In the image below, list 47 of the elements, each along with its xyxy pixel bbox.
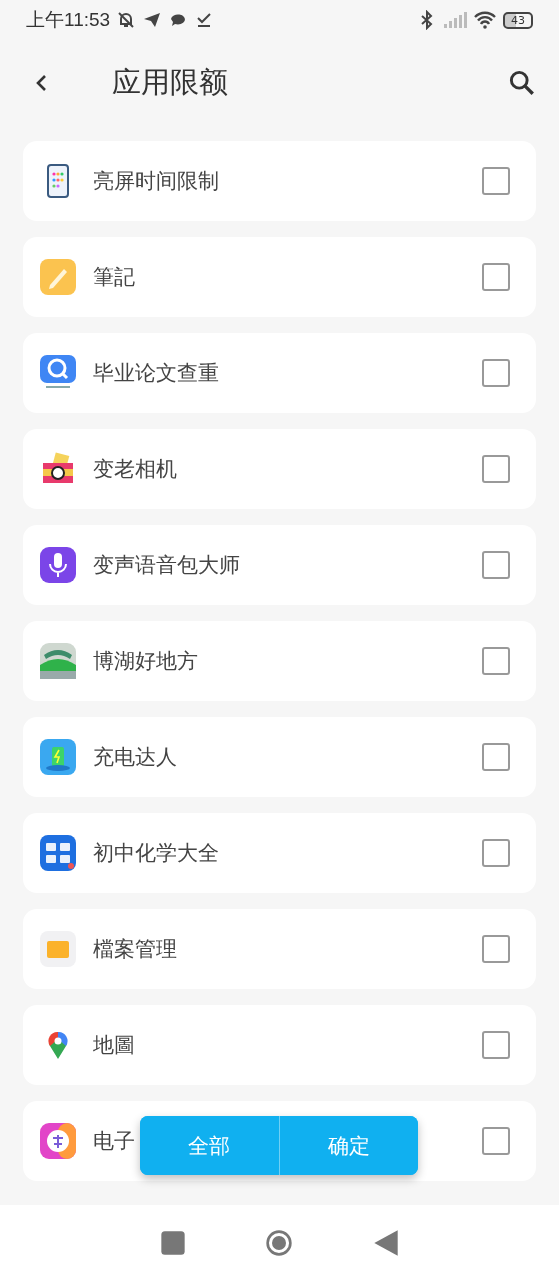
app-row[interactable]: 筆記 <box>23 237 536 317</box>
recents-icon[interactable] <box>159 1228 188 1257</box>
app-name: 变老相机 <box>93 456 177 483</box>
app-name: 电子 <box>93 1128 135 1155</box>
app-row[interactable]: 初中化学大全 <box>23 813 536 893</box>
status-time: 上午11:53 <box>26 8 111 32</box>
app-row[interactable]: 亮屏时间限制 <box>23 141 536 221</box>
app-icon <box>40 259 76 295</box>
app-row[interactable]: 变声语音包大师 <box>23 525 536 605</box>
checkbox[interactable] <box>482 1127 510 1155</box>
signal-icon <box>443 10 467 30</box>
app-row[interactable]: 地圖 <box>23 1005 536 1085</box>
checkbox[interactable] <box>482 743 510 771</box>
app-name: 筆記 <box>93 264 135 291</box>
wifi-icon <box>473 10 497 30</box>
app-name: 博湖好地方 <box>93 648 198 675</box>
checkbox[interactable] <box>482 1031 510 1059</box>
app-row[interactable]: 博湖好地方 <box>23 621 536 701</box>
search-icon[interactable] <box>508 69 535 96</box>
checkbox[interactable] <box>482 935 510 963</box>
app-name: 毕业论文查重 <box>93 360 219 387</box>
app-name: 地圖 <box>93 1032 135 1059</box>
checkbox[interactable] <box>482 263 510 291</box>
app-icon <box>40 547 76 583</box>
checkbox[interactable] <box>482 359 510 387</box>
app-row[interactable]: 变老相机 <box>23 429 536 509</box>
app-icon <box>40 931 76 967</box>
app-name: 檔案管理 <box>93 936 177 963</box>
battery-indicator: 43 <box>503 11 533 29</box>
app-row[interactable]: 充电达人 <box>23 717 536 797</box>
app-name: 充电达人 <box>93 744 177 771</box>
checkbox[interactable] <box>482 455 510 483</box>
app-row[interactable]: 毕业论文查重 <box>23 333 536 413</box>
app-row[interactable]: 檔案管理 <box>23 909 536 989</box>
checkbox[interactable] <box>482 167 510 195</box>
checkbox[interactable] <box>482 551 510 579</box>
app-name: 变声语音包大师 <box>93 552 240 579</box>
app-icon <box>40 355 76 391</box>
app-name: 初中化学大全 <box>93 840 219 867</box>
app-icon <box>40 1123 76 1159</box>
app-icon <box>40 835 76 871</box>
checkbox[interactable] <box>482 647 510 675</box>
app-icon <box>40 739 76 775</box>
page-title: 应用限额 <box>112 63 229 101</box>
home-icon[interactable] <box>265 1228 294 1257</box>
checkbox[interactable] <box>482 839 510 867</box>
app-name: 亮屏时间限制 <box>93 168 219 195</box>
